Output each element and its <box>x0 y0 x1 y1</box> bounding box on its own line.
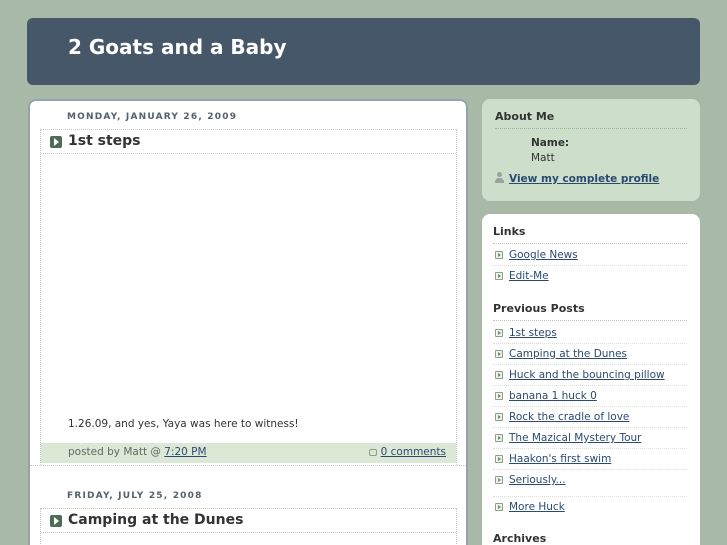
list-item: Edit-Me <box>493 266 687 287</box>
previous-post-link[interactable]: Haakon's first swim <box>509 453 611 465</box>
arrow-bullet-icon <box>495 272 503 280</box>
post-date: MONDAY, JANUARY 26, 2009 <box>67 112 238 122</box>
previous-post-link[interactable]: The Mazical Mystery Tour <box>509 432 641 444</box>
post: 1st steps 1.26.09, and yes, Yaya was her… <box>40 129 457 465</box>
previous-post-link[interactable]: banana 1 huck 0 <box>509 390 597 402</box>
arrow-bullet-icon <box>495 350 503 358</box>
post-time-link[interactable]: 7:20 PM <box>164 446 206 458</box>
previous-post-link[interactable]: Rock the cradle of love <box>509 411 629 423</box>
post-title[interactable]: Camping at the Dunes <box>68 512 243 528</box>
comments-link[interactable]: 0 comments <box>381 446 446 458</box>
previous-post-link[interactable]: More Huck <box>509 501 565 513</box>
arrow-bullet-icon <box>495 503 503 511</box>
arrow-bullet-icon <box>495 251 503 259</box>
links-heading: Links <box>493 225 687 244</box>
archives-heading: Archives <box>493 532 547 545</box>
post-byline: posted by Matt @ 7:20 PM <box>68 446 207 458</box>
post-title-bar: 1st steps <box>41 129 456 154</box>
arrow-bullet-icon <box>495 476 503 484</box>
list-item: More Huck <box>493 497 687 518</box>
arrow-right-icon <box>50 136 62 148</box>
list-item: The Mazical Mystery Tour <box>493 428 687 449</box>
arrow-bullet-icon <box>495 434 503 442</box>
post-date: FRIDAY, JULY 25, 2008 <box>67 491 203 501</box>
comment-icon <box>368 448 377 456</box>
name-label: Name: <box>531 137 570 149</box>
list-item: Google News <box>493 245 687 266</box>
about-me-box: About Me Name: Matt View my complete pro… <box>482 99 700 201</box>
blog-title[interactable]: 2 Goats and a Baby <box>68 35 287 59</box>
list-item: 1st steps <box>493 323 687 344</box>
previous-post-link[interactable]: Huck and the bouncing pillow <box>509 369 665 381</box>
list-item: Haakon's first swim <box>493 449 687 470</box>
list-item: Seriously... <box>493 470 687 497</box>
previous-post-link[interactable]: 1st steps <box>509 327 557 339</box>
post: Camping at the Dunes <box>40 508 457 545</box>
person-icon <box>495 172 505 183</box>
post-title[interactable]: 1st steps <box>68 133 141 149</box>
arrow-bullet-icon <box>495 392 503 400</box>
previous-post-link[interactable]: Camping at the Dunes <box>509 348 627 360</box>
view-profile-link[interactable]: View my complete profile <box>509 173 659 185</box>
previous-post-link[interactable]: Seriously... <box>509 474 566 486</box>
name-value: Matt <box>531 152 555 164</box>
profile-row: View my complete profile <box>495 172 659 185</box>
links-list: Google News Edit-Me <box>493 245 687 287</box>
post-footer: posted by Matt @ 7:20 PM 0 comments <box>41 443 456 463</box>
sidebar: Links Google News Edit-Me Previous Posts… <box>482 214 700 545</box>
arrow-bullet-icon <box>495 371 503 379</box>
blog-header: 2 Goats and a Baby <box>27 18 700 85</box>
post-separator <box>30 465 466 466</box>
comments-area: 0 comments <box>368 446 446 458</box>
post-title-bar: Camping at the Dunes <box>41 508 456 533</box>
about-heading: About Me <box>495 110 687 129</box>
arrow-bullet-icon <box>495 413 503 421</box>
list-item: banana 1 huck 0 <box>493 386 687 407</box>
post-body: 1.26.09, and yes, Yaya was here to witne… <box>68 418 299 430</box>
list-item: Camping at the Dunes <box>493 344 687 365</box>
previous-posts-list: 1st steps Camping at the Dunes Huck and … <box>493 323 687 518</box>
byline-prefix: posted by Matt @ <box>68 446 165 458</box>
list-item: Rock the cradle of love <box>493 407 687 428</box>
link-edit-me[interactable]: Edit-Me <box>509 270 549 282</box>
arrow-bullet-icon <box>495 455 503 463</box>
list-item: Huck and the bouncing pillow <box>493 365 687 386</box>
arrow-bullet-icon <box>495 329 503 337</box>
main-column: MONDAY, JANUARY 26, 2009 1st steps 1.26.… <box>28 99 468 545</box>
arrow-right-icon <box>50 515 62 527</box>
previous-posts-heading: Previous Posts <box>493 302 687 321</box>
link-google-news[interactable]: Google News <box>509 249 578 261</box>
